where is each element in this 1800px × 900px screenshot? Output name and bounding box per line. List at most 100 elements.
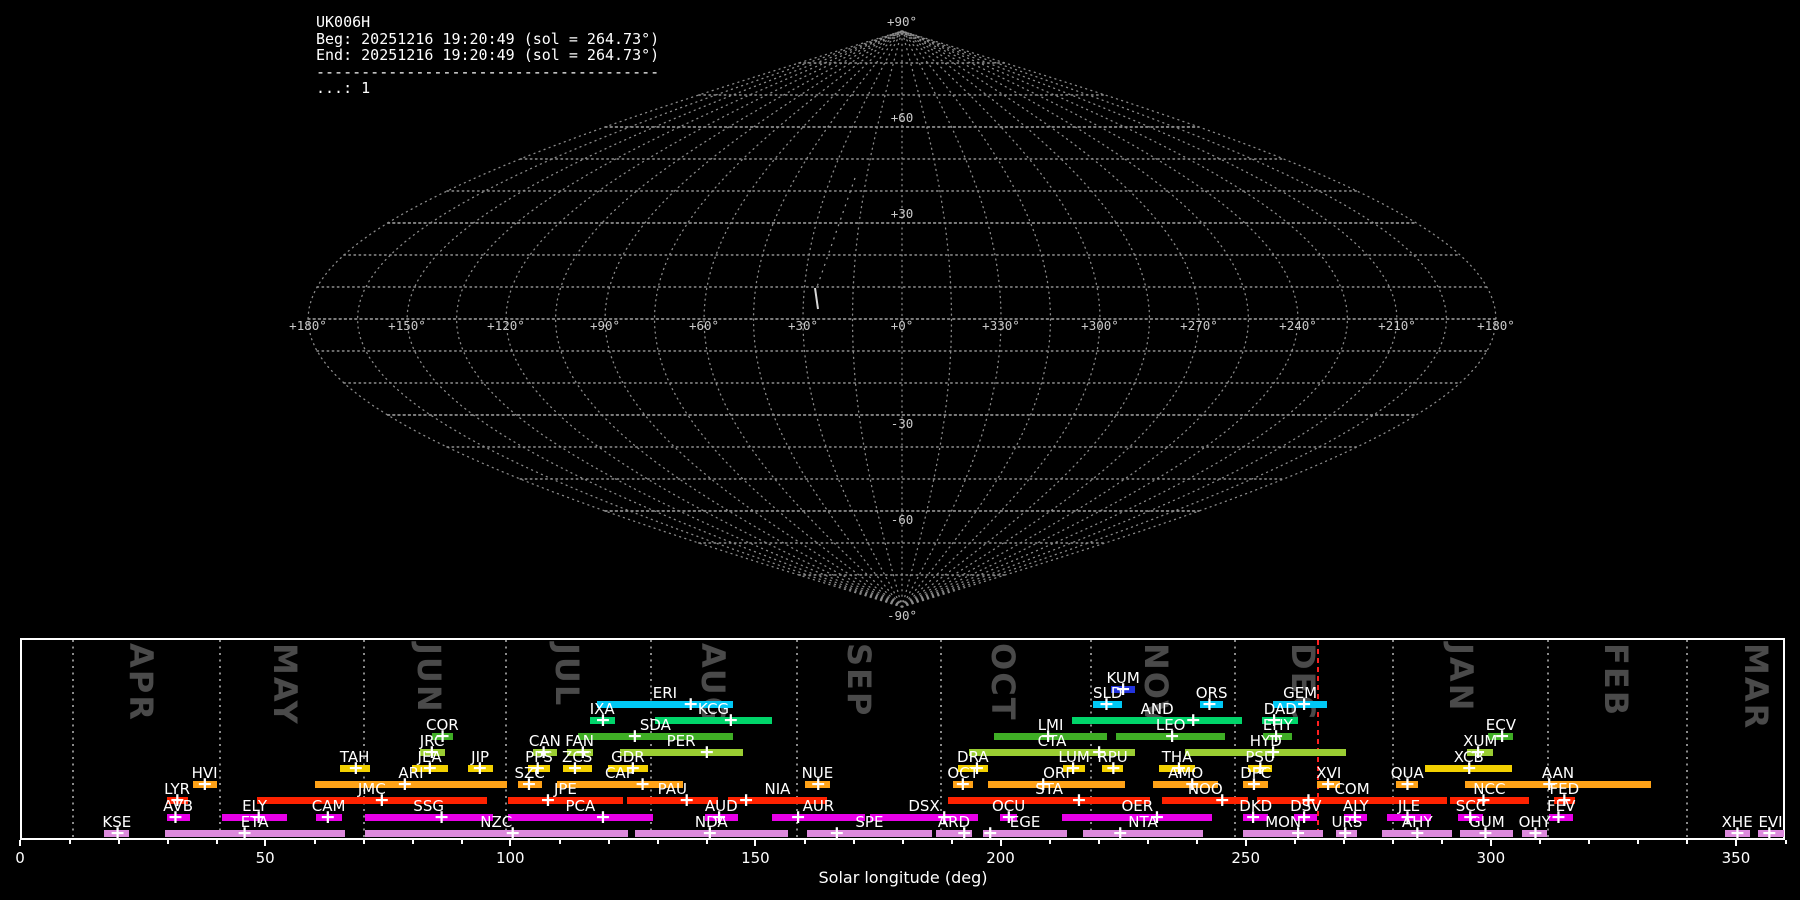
axis-minor-tick xyxy=(1392,840,1395,844)
meteor-trail-segment xyxy=(814,287,819,310)
peak-marker: + xyxy=(698,741,715,763)
peak-marker: + xyxy=(1337,822,1354,844)
peak-marker: + xyxy=(1071,789,1087,811)
peak-marker: + xyxy=(1105,757,1122,779)
peak-marker: + xyxy=(790,806,807,828)
axis-tick-label: 200 xyxy=(986,849,1015,867)
longitude-label: +60° xyxy=(689,318,719,333)
longitude-label: +30° xyxy=(788,318,818,333)
axis-minor-tick xyxy=(411,840,414,844)
month-label: SEP xyxy=(840,643,878,718)
axis-minor-tick xyxy=(1588,840,1591,844)
peak-marker: + xyxy=(1112,822,1129,844)
shower-label: PCA xyxy=(565,797,596,815)
peak-marker: + xyxy=(1527,822,1544,844)
axis-minor-tick xyxy=(166,840,169,844)
axis-major-tick xyxy=(754,840,757,846)
axis-minor-tick xyxy=(460,840,463,844)
longitude-label: +330° xyxy=(982,318,1020,333)
axis-minor-tick xyxy=(1637,840,1640,844)
longitude-label: +120° xyxy=(487,318,525,333)
peak-marker: + xyxy=(1409,822,1426,844)
peak-marker: + xyxy=(1461,757,1478,779)
axis-minor-tick xyxy=(313,840,316,844)
latitude-label: -90° xyxy=(887,608,917,623)
peak-marker: + xyxy=(982,822,999,844)
peak-marker: + xyxy=(236,822,253,844)
peak-marker: + xyxy=(701,822,718,844)
axis-tick-label: 0 xyxy=(15,849,25,867)
longitude-label: +180° xyxy=(289,318,327,333)
month-label: MAY xyxy=(266,643,304,726)
axis-minor-tick xyxy=(902,840,904,844)
peak-marker: + xyxy=(109,822,126,844)
axis-minor-tick xyxy=(656,840,659,844)
axis-tick-label: 100 xyxy=(495,849,525,867)
peak-marker: + xyxy=(1399,773,1416,795)
axis-tick-label: 350 xyxy=(1721,849,1751,867)
longitude-label: +300° xyxy=(1081,318,1119,333)
axis-minor-tick xyxy=(1784,840,1787,844)
month-boundary-line xyxy=(72,640,75,838)
axis-minor-tick xyxy=(803,840,806,844)
axis-tick-label: 250 xyxy=(1231,849,1260,867)
peak-marker: + xyxy=(722,709,739,731)
axis-minor-tick xyxy=(1098,840,1101,844)
longitude-label: +270° xyxy=(1180,318,1218,333)
peak-marker: + xyxy=(594,806,611,828)
peak-marker: + xyxy=(956,822,973,844)
longitude-label: +180° xyxy=(1477,318,1515,333)
axis-minor-tick xyxy=(1441,840,1444,844)
axis-major-tick xyxy=(999,840,1002,846)
latitude-label: +30 xyxy=(891,206,914,221)
axis-minor-tick xyxy=(558,840,561,844)
sky-grid-svg: +180° +150° +120° +90° +60° +30° +0° +330° +300°… xyxy=(289,14,1515,623)
month-boundary-line xyxy=(1686,640,1689,838)
peak-marker: + xyxy=(167,806,184,828)
longitude-label: +150° xyxy=(388,318,426,333)
axis-tick-label: 50 xyxy=(255,849,275,867)
axis-major-tick xyxy=(19,840,21,846)
shower-label: NTA xyxy=(1128,813,1158,831)
longitude-label: +0° xyxy=(891,318,914,333)
axis-minor-tick xyxy=(1196,840,1199,844)
axis-minor-tick xyxy=(1147,840,1150,844)
meteor-trail-dotted xyxy=(816,177,856,288)
axis-minor-tick xyxy=(362,840,365,844)
shower-label: JPE xyxy=(553,780,577,798)
longitude-label: +90° xyxy=(590,318,620,333)
peak-marker: + xyxy=(319,806,336,828)
peak-marker: + xyxy=(828,822,845,844)
axis-minor-tick xyxy=(1686,840,1689,844)
shower-label: PAU xyxy=(657,780,687,798)
radiant-map-screen: UK006H Beg: 20251216 19:20:49 (sol = 264… xyxy=(0,0,1800,900)
axis-minor-tick xyxy=(68,840,71,844)
shower-label: COM xyxy=(1334,780,1370,798)
peak-marker: + xyxy=(1164,725,1181,747)
axis-minor-tick xyxy=(215,840,218,844)
longitude-label: +210° xyxy=(1378,318,1416,333)
latitude-label: +90° xyxy=(887,14,917,29)
axis-minor-tick xyxy=(607,840,610,844)
latitude-label: -60 xyxy=(891,512,914,527)
axis-minor-tick xyxy=(951,840,954,844)
peak-marker: + xyxy=(954,773,971,795)
shower-label: JMC xyxy=(357,780,386,798)
peak-marker: + xyxy=(504,822,521,844)
axis-major-tick xyxy=(1244,840,1247,846)
month-label: JUN xyxy=(410,643,448,714)
month-label: OCT xyxy=(984,643,1022,722)
axis-major-tick xyxy=(264,840,267,846)
axis-minor-tick xyxy=(1049,840,1052,844)
latitude-label: -30 xyxy=(891,416,914,431)
month-label: FEB xyxy=(1597,643,1635,718)
axis-tick-label: 300 xyxy=(1476,849,1506,867)
longitude-label: +240° xyxy=(1279,318,1317,333)
month-label: MAR xyxy=(1737,643,1775,731)
shower-label: NZC xyxy=(480,813,513,831)
month-label: APR xyxy=(122,643,160,722)
x-axis-title: Solar longitude (deg) xyxy=(818,868,988,887)
shower-label: ETA xyxy=(240,813,269,831)
axis-minor-tick xyxy=(852,840,855,844)
shower-label: NOO xyxy=(1187,780,1223,798)
